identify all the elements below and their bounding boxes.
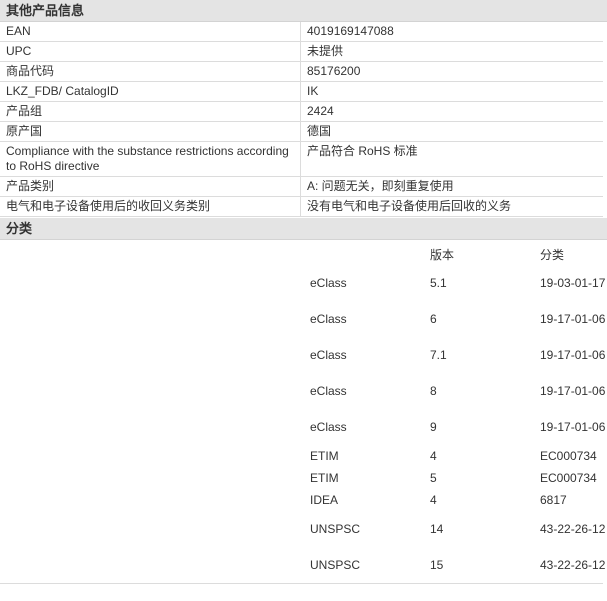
- classification-class: EC000734: [540, 449, 597, 463]
- classification-system: IDEA: [310, 493, 339, 507]
- classification-class: 19-03-01-17: [540, 276, 606, 290]
- classification-class: 6817: [540, 493, 567, 507]
- classification-system: ETIM: [310, 471, 339, 485]
- classification-system: eClass: [310, 384, 347, 398]
- classification-header: 分类: [0, 218, 607, 240]
- classification-class: 19-17-01-06: [540, 420, 606, 434]
- info-row: 产品类别 A: 问题无关，即刻重复使用: [0, 176, 603, 197]
- info-row: EAN 4019169147088: [0, 22, 603, 42]
- classification-system: eClass: [310, 312, 347, 326]
- product-info-panel: 其他产品信息 EAN 4019169147088 UPC 未提供 商品代码 8517620…: [0, 0, 607, 584]
- classification-class: EC000734: [540, 471, 597, 485]
- info-label: 原产国: [0, 121, 301, 142]
- info-value: A: 问题无关，即刻重复使用: [300, 176, 603, 197]
- other-info-header: 其他产品信息: [0, 0, 607, 22]
- classification-row: IDEA 4 6817: [304, 489, 607, 511]
- classification-row: eClass 5.1 19-03-01-17: [304, 265, 607, 301]
- info-label: 电气和电子设备使用后的收回义务类别: [0, 196, 301, 217]
- info-value: 没有电气和电子设备使用后回收的义务: [300, 196, 603, 217]
- info-row: Compliance with the substance restrictio…: [0, 141, 603, 177]
- classification-system: eClass: [310, 420, 347, 434]
- classification-system: eClass: [310, 348, 347, 362]
- classification-row: UNSPSC 15 43-22-26-12: [304, 547, 607, 583]
- classification-row: eClass 6 19-17-01-06: [304, 301, 607, 337]
- info-value: 2424: [300, 101, 603, 122]
- info-row: 产品组 2424: [0, 101, 603, 122]
- classification-system: eClass: [310, 276, 347, 290]
- info-label: 产品类别: [0, 176, 301, 197]
- classification-class: 19-17-01-06: [540, 312, 606, 326]
- info-row: 原产国 德国: [0, 121, 603, 142]
- classification-class: 19-17-01-06: [540, 348, 606, 362]
- classification-version: 4: [430, 493, 437, 507]
- info-row: LKZ_FDB/ CatalogID IK: [0, 81, 603, 102]
- version-column-header: 版本: [430, 248, 455, 262]
- info-value: IK: [300, 81, 603, 102]
- info-label: EAN: [0, 22, 301, 42]
- classification-class: 43-22-26-12: [540, 558, 606, 572]
- info-value: 德国: [300, 121, 603, 142]
- classification-row: eClass 9 19-17-01-06: [304, 409, 607, 445]
- classification-row: UNSPSC 14 43-22-26-12: [304, 511, 607, 547]
- classification-row: eClass 8 19-17-01-06: [304, 373, 607, 409]
- classification-version: 4: [430, 449, 437, 463]
- classification-version: 14: [430, 522, 444, 536]
- classification-table: 版本 分类 eClass 5.1 19-03-01-17 eClass 6 19-17-0…: [304, 240, 607, 583]
- classification-row: ETIM 4 EC000734: [304, 445, 607, 467]
- system-column-header: [304, 240, 430, 265]
- info-value: 4019169147088: [300, 22, 603, 42]
- info-row: UPC 未提供: [0, 41, 603, 62]
- classification-class: 19-17-01-06: [540, 384, 606, 398]
- info-value: 产品符合 RoHS 标准: [300, 141, 603, 177]
- info-label: 产品组: [0, 101, 301, 122]
- classification-version: 5: [430, 471, 437, 485]
- classification-version: 6: [430, 312, 437, 326]
- classification-system: UNSPSC: [310, 558, 361, 572]
- classification-section: 版本 分类 eClass 5.1 19-03-01-17 eClass 6 19-17-0…: [0, 240, 605, 584]
- classification-version: 8: [430, 384, 437, 398]
- classification-class: 43-22-26-12: [540, 522, 606, 536]
- classification-row: ETIM 5 EC000734: [304, 467, 607, 489]
- other-info-table: EAN 4019169147088 UPC 未提供 商品代码 85176200 LKZ_FD…: [0, 22, 603, 217]
- classification-system: ETIM: [310, 449, 339, 463]
- info-label: UPC: [0, 41, 301, 62]
- classification-row: eClass 7.1 19-17-01-06: [304, 337, 607, 373]
- info-label: Compliance with the substance restrictio…: [0, 141, 301, 177]
- classification-version: 5.1: [430, 276, 447, 290]
- info-label: 商品代码: [0, 61, 301, 82]
- info-label: LKZ_FDB/ CatalogID: [0, 81, 301, 102]
- classification-system: UNSPSC: [310, 522, 361, 536]
- classification-version: 7.1: [430, 348, 447, 362]
- info-row: 商品代码 85176200: [0, 61, 603, 82]
- classification-version: 9: [430, 420, 437, 434]
- class-column-header: 分类: [540, 248, 565, 262]
- classification-header-row: 版本 分类: [304, 240, 607, 265]
- classification-version: 15: [430, 558, 444, 572]
- info-row: 电气和电子设备使用后的收回义务类别 没有电气和电子设备使用后回收的义务: [0, 196, 603, 217]
- info-value: 未提供: [300, 41, 603, 62]
- info-value: 85176200: [300, 61, 603, 82]
